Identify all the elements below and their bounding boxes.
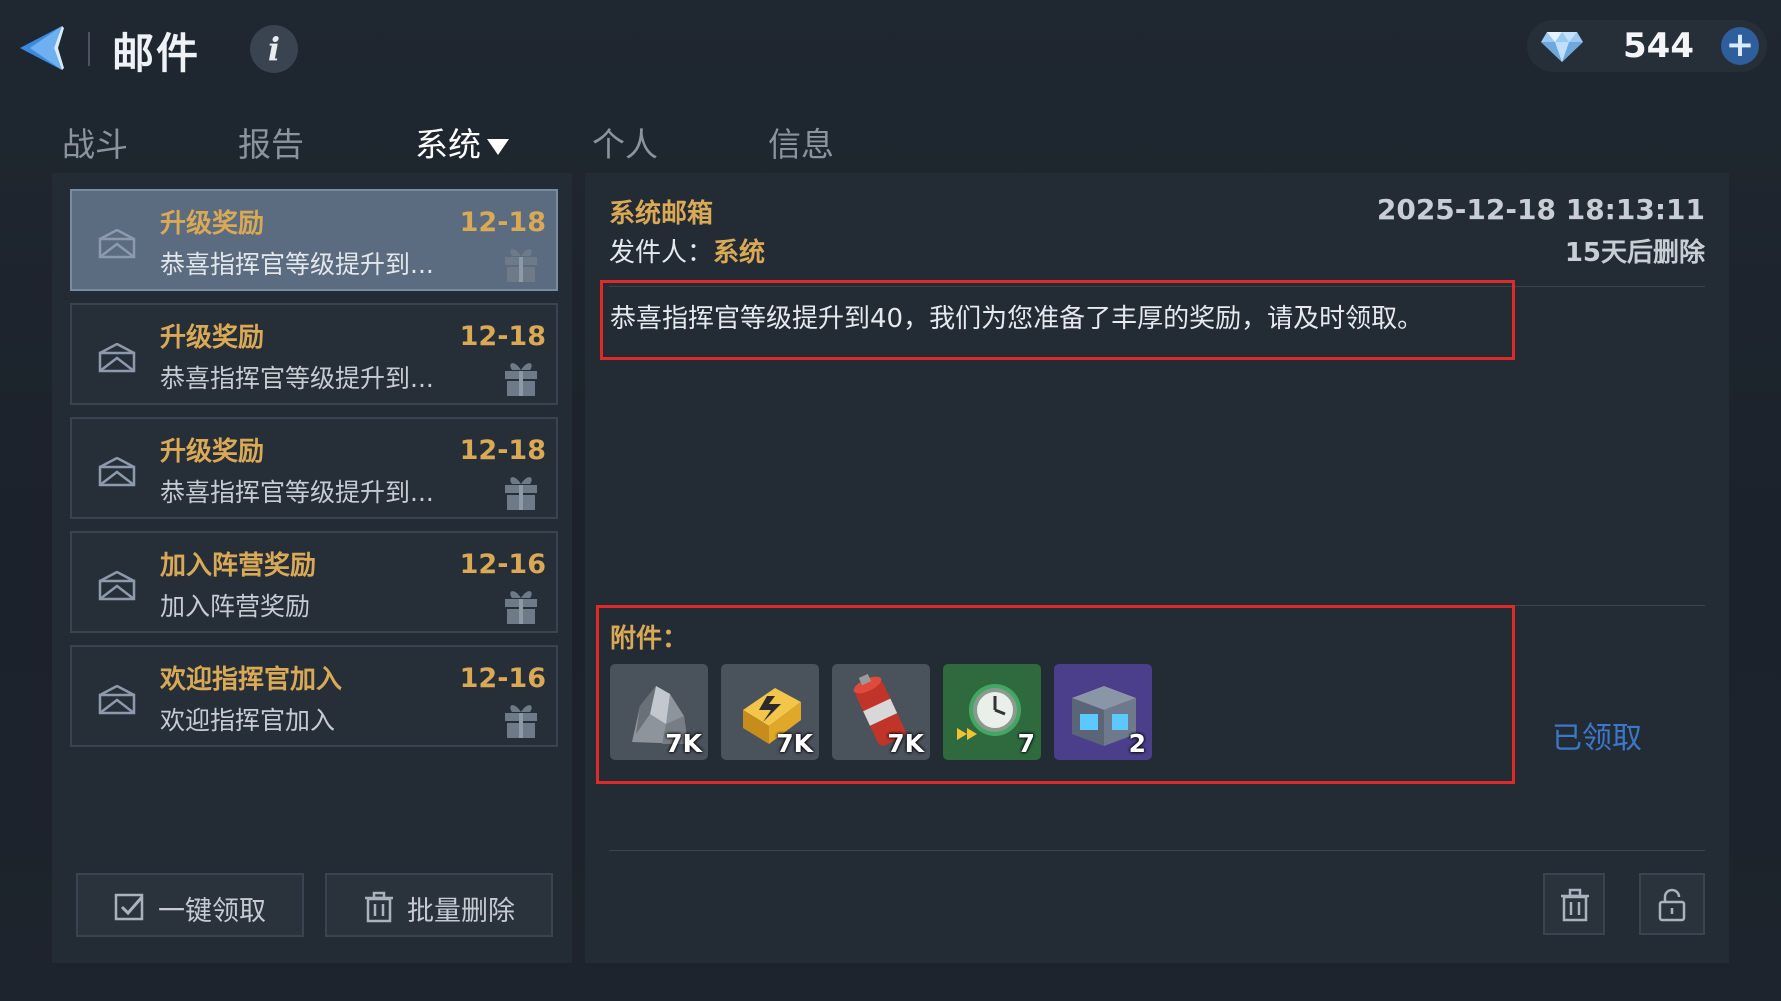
mail-list-item[interactable]: 升级奖励 12-18 恭喜指挥官等级提升到... xyxy=(70,417,558,519)
mail-item-preview: 恭喜指挥官等级提升到... xyxy=(160,364,434,393)
back-arrow-icon xyxy=(20,26,64,70)
mail-detail-panel: 系统邮箱 发件人：系统 2025-12-18 18:13:11 15天后删除 恭… xyxy=(585,173,1729,963)
attachment-item[interactable]: 7K xyxy=(721,664,819,760)
auto-delete-note: 15天后删除 xyxy=(1564,238,1705,268)
mail-list-item[interactable]: 升级奖励 12-18 恭喜指挥官等级提升到... xyxy=(70,303,558,405)
tab-label: 系统 xyxy=(415,125,481,164)
mail-list-item[interactable]: 加入阵营奖励 12-16 加入阵营奖励 xyxy=(70,531,558,633)
attachment-item[interactable]: 7K xyxy=(610,664,708,760)
gem-count: 544 xyxy=(1623,26,1694,66)
mail-category-tabs: 战斗 报告 系统 个人 信息 xyxy=(0,110,900,166)
envelope-icon xyxy=(98,457,136,487)
tab-battle[interactable]: 战斗 xyxy=(62,118,128,166)
attachment-item[interactable]: 7K xyxy=(832,664,930,760)
envelope-icon xyxy=(98,571,136,601)
mail-item-title: 升级奖励 xyxy=(160,323,265,353)
gift-icon xyxy=(505,591,537,624)
info-button[interactable]: i xyxy=(250,25,298,73)
sender-name: 系统 xyxy=(713,238,766,268)
mail-item-title: 升级奖励 xyxy=(160,209,265,239)
attachment-quantity: 7K xyxy=(665,729,702,758)
gift-icon xyxy=(505,363,537,396)
tab-report[interactable]: 报告 xyxy=(238,118,304,166)
envelope-icon xyxy=(98,229,136,259)
attachment-quantity: 2 xyxy=(1128,729,1146,758)
attachments-highlight: 附件： 7K 7K 7K 7 2 xyxy=(596,605,1515,784)
mail-item-date: 12-16 xyxy=(459,663,546,694)
mail-item-date: 12-18 xyxy=(459,207,546,238)
mail-item-title: 欢迎指挥官加入 xyxy=(160,665,343,695)
batch-delete-button[interactable]: 批量删除 xyxy=(325,873,553,937)
caret-down-icon xyxy=(487,138,509,155)
tab-info[interactable]: 信息 xyxy=(768,118,834,166)
mail-item-preview: 恭喜指挥官等级提升到... xyxy=(160,478,434,507)
mail-timestamp: 2025-12-18 18:13:11 xyxy=(1376,193,1705,226)
tab-label: 战斗 xyxy=(62,125,128,164)
mail-list-item[interactable]: 欢迎指挥官加入 12-16 欢迎指挥官加入 xyxy=(70,645,558,747)
gem-currency-bar: 544 + xyxy=(1527,20,1767,72)
mail-item-preview: 加入阵营奖励 xyxy=(160,592,311,621)
tab-system[interactable]: 系统 xyxy=(415,118,509,166)
top-bar: 邮件 i 544 + xyxy=(0,0,1781,95)
mail-item-date: 12-18 xyxy=(459,321,546,352)
mail-list-item[interactable]: 升级奖励 12-18 恭喜指挥官等级提升到... xyxy=(70,189,558,291)
diamond-gem-icon xyxy=(1541,32,1583,62)
claim-all-button[interactable]: 一键领取 xyxy=(76,873,304,937)
trash-icon xyxy=(365,891,393,923)
sender-prefix: 发件人： xyxy=(609,238,714,268)
batch-delete-label: 批量删除 xyxy=(407,896,515,927)
delete-mail-button[interactable] xyxy=(1543,873,1605,935)
gift-icon xyxy=(505,705,537,738)
unlock-icon xyxy=(1658,888,1686,922)
mail-body-highlight: 恭喜指挥官等级提升到40，我们为您准备了丰厚的奖励，请及时领取。 xyxy=(600,280,1515,360)
mail-body-text: 恭喜指挥官等级提升到40，我们为您准备了丰厚的奖励，请及时领取。 xyxy=(610,304,1424,334)
attachment-quantity: 7 xyxy=(1017,729,1035,758)
attachment-item[interactable]: 7 xyxy=(943,664,1041,760)
attachment-item[interactable]: 2 xyxy=(1054,664,1152,760)
gift-icon xyxy=(505,477,537,510)
checkbox-check-icon xyxy=(114,893,144,921)
footer-divider xyxy=(609,850,1705,851)
tab-label: 信息 xyxy=(768,125,834,164)
attachment-quantity: 7K xyxy=(887,729,924,758)
back-button[interactable] xyxy=(14,18,74,78)
mail-list-panel: 升级奖励 12-18 恭喜指挥官等级提升到... 升级奖励 12-18 恭喜指挥… xyxy=(52,173,572,963)
envelope-icon xyxy=(98,343,136,373)
attachment-quantity: 7K xyxy=(776,729,813,758)
mail-item-date: 12-18 xyxy=(459,435,546,466)
envelope-icon xyxy=(98,685,136,715)
tab-label: 个人 xyxy=(592,125,658,164)
mailbox-name: 系统邮箱 xyxy=(609,199,714,229)
mail-item-title: 升级奖励 xyxy=(160,437,265,467)
claimed-status: 已领取 xyxy=(1552,721,1642,756)
sender-line: 发件人：系统 xyxy=(609,232,765,269)
mail-item-title: 加入阵营奖励 xyxy=(160,551,317,581)
mail-item-preview: 欢迎指挥官加入 xyxy=(160,706,336,735)
mail-item-date: 12-16 xyxy=(459,549,546,580)
lock-mail-button[interactable] xyxy=(1639,873,1705,935)
page-title: 邮件 xyxy=(112,29,201,78)
attachments-label: 附件： xyxy=(610,624,689,654)
tab-personal[interactable]: 个人 xyxy=(592,118,658,166)
trash-icon xyxy=(1561,888,1589,922)
claim-all-label: 一键领取 xyxy=(158,896,266,927)
title-divider xyxy=(88,32,90,66)
add-gems-button[interactable]: + xyxy=(1721,27,1759,65)
gift-icon xyxy=(505,249,537,282)
tab-label: 报告 xyxy=(238,125,304,164)
mail-item-preview: 恭喜指挥官等级提升到... xyxy=(160,250,434,279)
